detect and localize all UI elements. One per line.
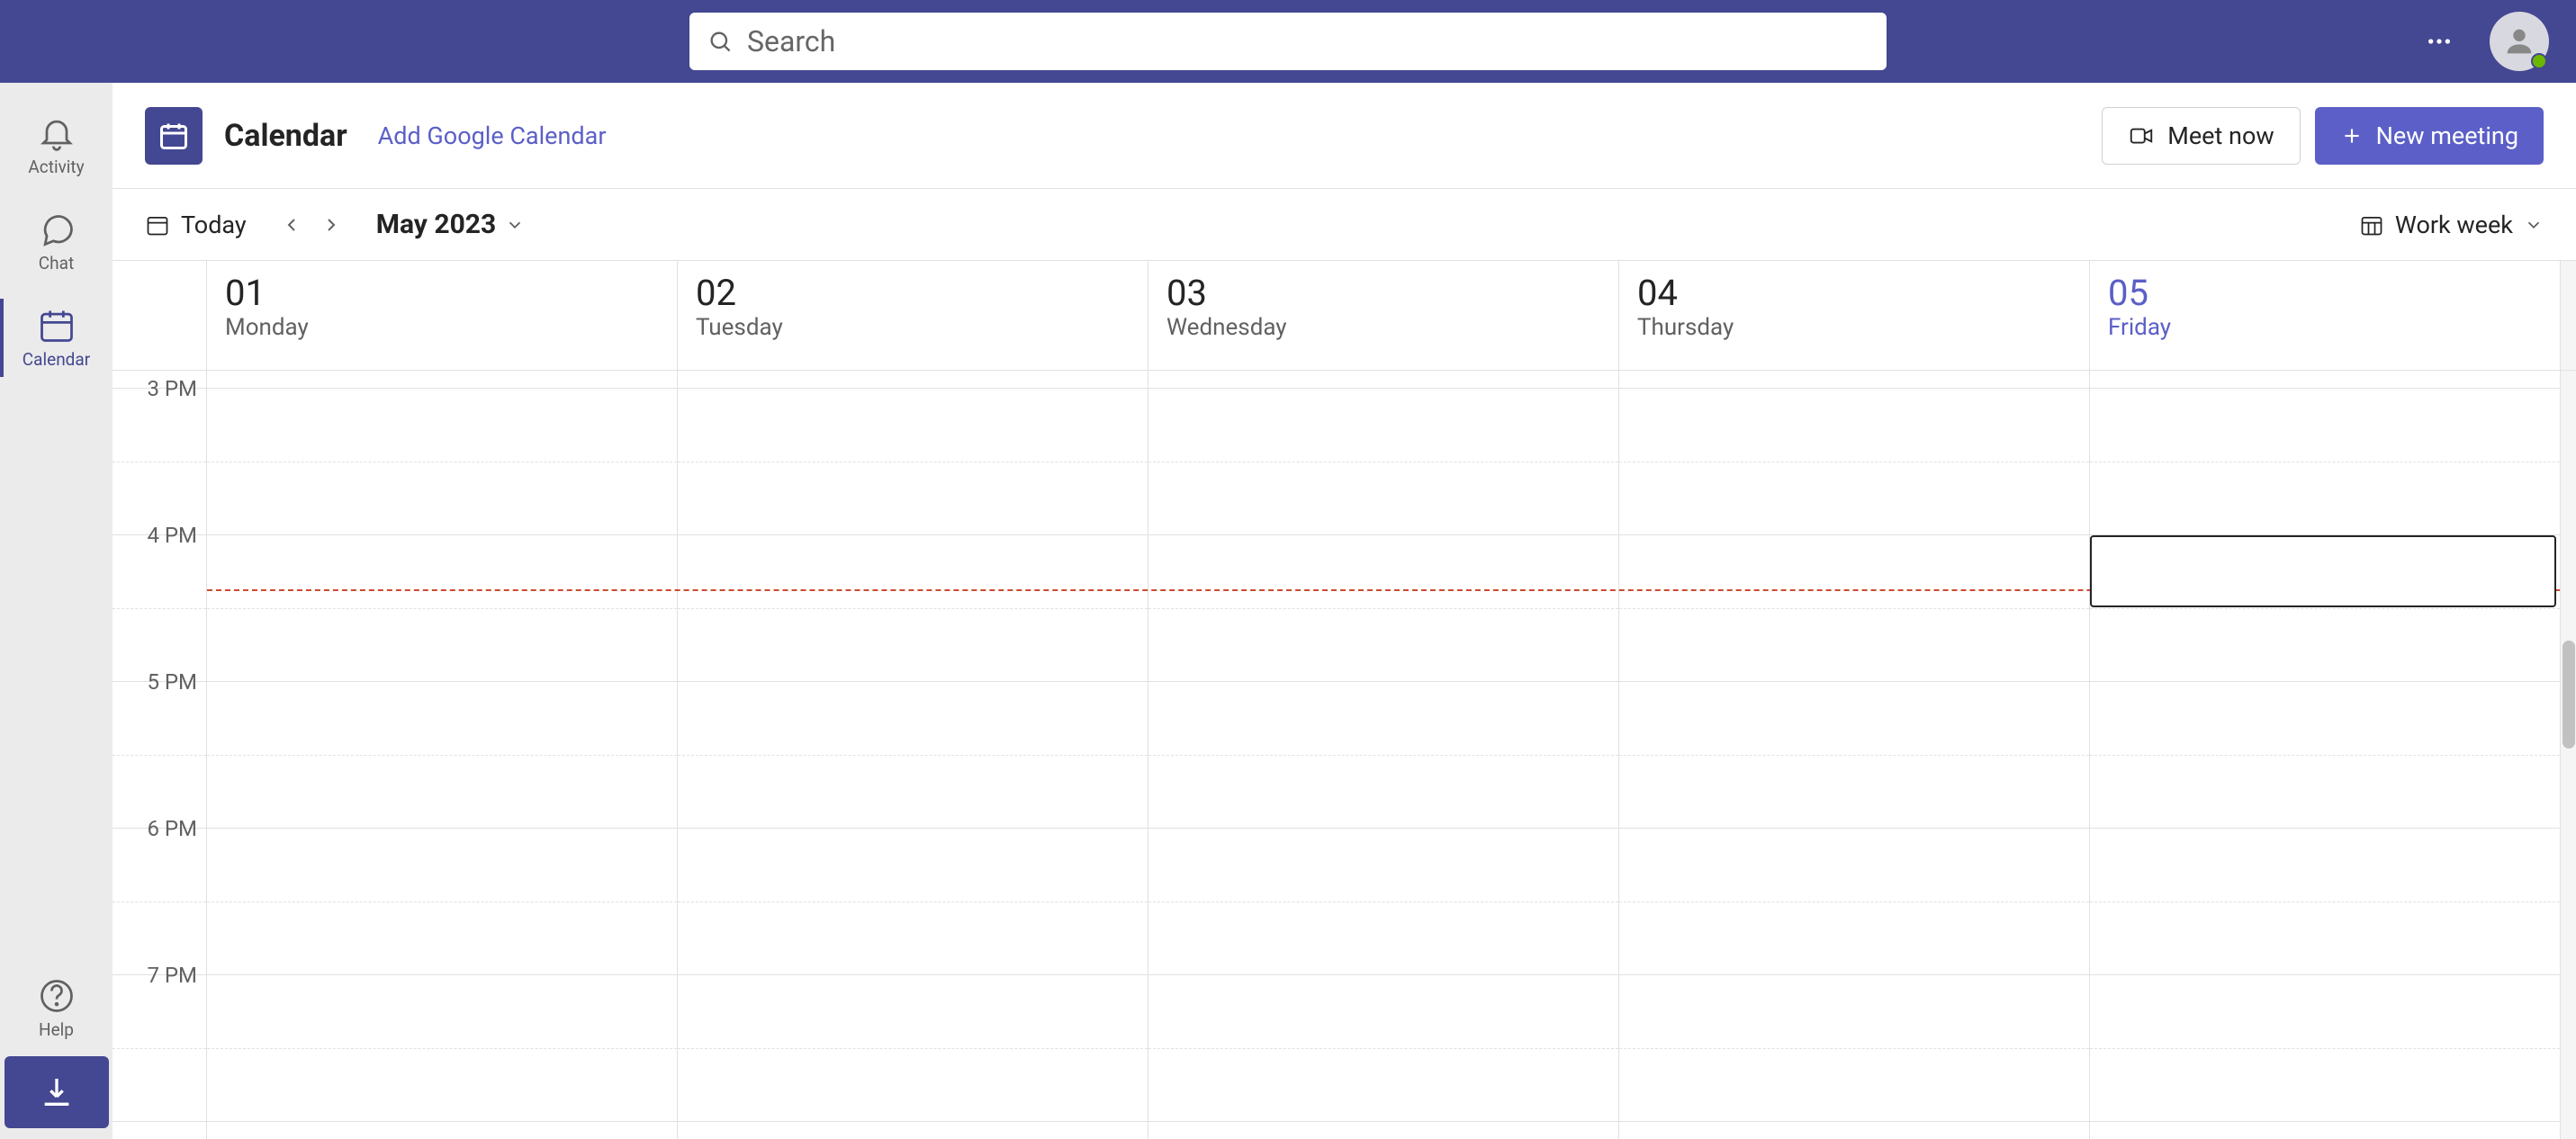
calendar-icon (37, 306, 77, 345)
rail-help[interactable]: Help (0, 960, 113, 1056)
calendar-grid[interactable]: 3 PM 4 PM 5 PM 6 PM 7 PM (113, 371, 2576, 1139)
day-name: Friday (2108, 314, 2542, 341)
view-label: Work week (2395, 211, 2513, 239)
chevron-down-icon (505, 215, 525, 235)
add-google-calendar-link[interactable]: Add Google Calendar (378, 121, 607, 150)
search-input[interactable] (747, 24, 1869, 58)
bell-icon (37, 113, 77, 153)
time-label: 4 PM (113, 523, 206, 548)
person-icon (2501, 23, 2537, 59)
rail-chat-label: Chat (39, 253, 74, 274)
day-name: Wednesday (1166, 314, 1600, 341)
rail-activity-label: Activity (28, 157, 84, 177)
date-picker-button[interactable]: May 2023 (376, 209, 526, 240)
search-icon (707, 29, 733, 54)
chevron-right-icon (320, 214, 342, 236)
plus-icon (2340, 124, 2364, 148)
day-header-row: 01Monday02Tuesday03Wednesday04Thursday05… (113, 261, 2576, 371)
help-icon (37, 976, 77, 1016)
title-bar (0, 0, 2576, 83)
new-event-placeholder[interactable] (2090, 535, 2556, 607)
next-week-button[interactable] (311, 205, 351, 245)
prev-week-button[interactable] (272, 205, 311, 245)
view-selector-button[interactable]: Work week (2359, 211, 2544, 239)
rail-help-label: Help (39, 1019, 74, 1040)
day-header[interactable]: 03Wednesday (1148, 261, 1619, 370)
ellipsis-icon (2425, 27, 2454, 56)
day-column[interactable] (2090, 371, 2560, 1139)
day-column[interactable] (678, 371, 1148, 1139)
time-label: 6 PM (113, 816, 206, 841)
new-meeting-button[interactable]: New meeting (2315, 107, 2544, 165)
rail-chat[interactable]: Chat (0, 193, 113, 290)
app-rail: Activity Chat Calendar Help (0, 83, 113, 1139)
rail-calendar-label: Calendar (23, 349, 90, 370)
meet-now-button[interactable]: Meet now (2102, 107, 2300, 165)
more-options-button[interactable] (2425, 27, 2454, 56)
chat-icon (37, 210, 77, 249)
calendar-toolbar: Today May 2023 (113, 189, 2576, 261)
day-column[interactable] (1619, 371, 2090, 1139)
day-header[interactable]: 05Friday (2090, 261, 2560, 370)
chevron-down-icon (2524, 215, 2544, 235)
day-number: 05 (2108, 272, 2542, 314)
day-header[interactable]: 02Tuesday (678, 261, 1148, 370)
new-meeting-label: New meeting (2376, 121, 2518, 150)
avatar[interactable] (2490, 12, 2549, 71)
calendar-view-icon (2359, 212, 2384, 238)
download-icon (39, 1074, 75, 1110)
calendar-icon (158, 120, 190, 152)
calendar-app-icon (145, 107, 203, 165)
day-column[interactable] (1148, 371, 1619, 1139)
vertical-scrollbar[interactable] (2560, 371, 2576, 1139)
day-header[interactable]: 04Thursday (1619, 261, 2090, 370)
day-name: Tuesday (696, 314, 1130, 341)
time-label: 7 PM (113, 963, 206, 988)
scrollbar-thumb[interactable] (2562, 641, 2575, 749)
chevron-left-icon (281, 214, 302, 236)
day-number: 03 (1166, 272, 1600, 314)
page-header: Calendar Add Google Calendar Meet now Ne… (113, 83, 2576, 189)
day-name: Thursday (1637, 314, 2071, 341)
day-number: 04 (1637, 272, 2071, 314)
main-content: Calendar Add Google Calendar Meet now Ne… (113, 83, 2576, 1139)
video-icon (2128, 122, 2155, 149)
day-header[interactable]: 01Monday (207, 261, 678, 370)
today-label: Today (181, 211, 247, 239)
download-app-button[interactable] (5, 1056, 109, 1128)
time-label: 3 PM (113, 376, 206, 401)
rail-activity[interactable]: Activity (0, 97, 113, 193)
meet-now-label: Meet now (2167, 121, 2274, 150)
rail-calendar[interactable]: Calendar (0, 290, 113, 386)
day-number: 02 (696, 272, 1130, 314)
month-year-label: May 2023 (376, 209, 497, 240)
search-box[interactable] (689, 13, 1887, 70)
calendar-today-icon (145, 212, 170, 238)
day-column[interactable] (207, 371, 678, 1139)
day-name: Monday (225, 314, 659, 341)
today-button[interactable]: Today (145, 211, 247, 239)
time-label: 5 PM (113, 669, 206, 695)
presence-available-icon (2531, 53, 2547, 69)
day-number: 01 (225, 272, 659, 314)
page-title: Calendar (224, 118, 347, 154)
